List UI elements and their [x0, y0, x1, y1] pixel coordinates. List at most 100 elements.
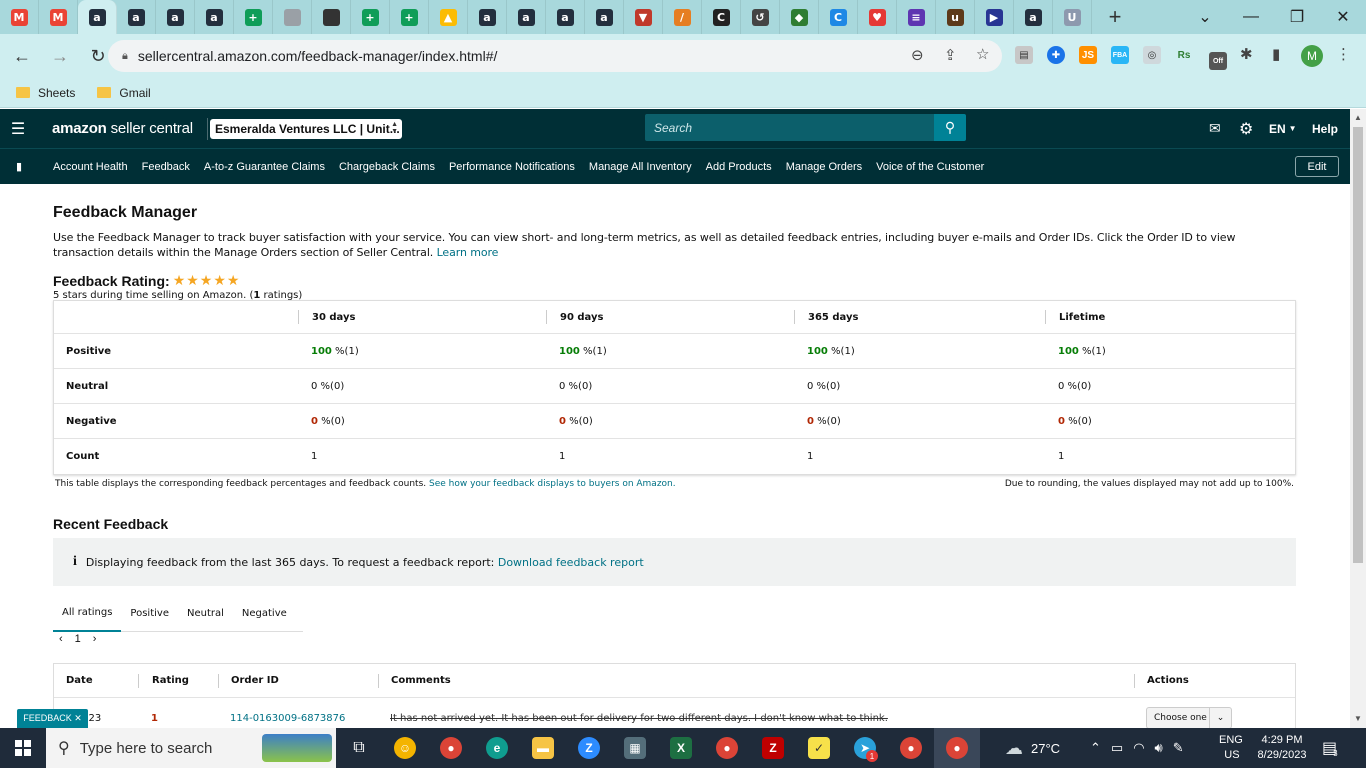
profile-avatar[interactable]: M — [1301, 45, 1323, 67]
chrome-icon[interactable]: ● — [428, 728, 474, 768]
browser-tab[interactable]: ▼ — [624, 0, 663, 34]
excel-icon[interactable]: X — [658, 728, 704, 768]
new-tab-icon[interactable]: + — [1100, 2, 1130, 32]
zoom-app-icon[interactable]: Z — [566, 728, 612, 768]
browser-tab[interactable] — [273, 0, 312, 34]
close-window-button[interactable]: ✕ — [1320, 0, 1366, 34]
nav-item-a-to-z-guarantee-claims[interactable]: A-to-z Guarantee Claims — [204, 161, 325, 173]
maximize-button[interactable]: ❐ — [1274, 0, 1320, 34]
nav-item-manage-orders[interactable]: Manage Orders — [786, 161, 862, 173]
search-input[interactable]: Search — [645, 114, 934, 141]
browser-tab[interactable]: M — [0, 0, 39, 34]
bookmark-sheets[interactable]: Sheets — [16, 86, 75, 100]
nav-item-voice-of-the-customer[interactable]: Voice of the Customer — [876, 161, 984, 173]
search-icon[interactable]: ⚲ — [934, 114, 966, 141]
download-report-link[interactable]: Download feedback report — [498, 556, 644, 569]
share-icon[interactable]: ⇪ — [944, 46, 957, 64]
tab-neutral[interactable]: Neutral — [178, 595, 233, 632]
browser-tab[interactable]: ≡ — [897, 0, 936, 34]
feedback-widget-tab[interactable]: FEEDBACK ✕ — [17, 709, 88, 728]
edit-nav-button[interactable]: Edit — [1295, 156, 1339, 177]
puzzle-icon[interactable]: ✱ — [1240, 45, 1253, 63]
buyer-display-link[interactable]: See how your feedback displays to buyers… — [429, 479, 676, 489]
clock[interactable]: 4:29 PM 8/29/2023 — [1256, 728, 1308, 768]
telegram-icon[interactable]: ➤ 1 — [842, 728, 888, 768]
browser-tab[interactable]: ◆ — [780, 0, 819, 34]
chrome-active-icon[interactable]: ● — [934, 728, 980, 768]
tab-negative[interactable]: Negative — [233, 595, 296, 632]
browser-tab[interactable]: a — [585, 0, 624, 34]
forward-icon[interactable]: → — [44, 40, 76, 72]
browser-tab[interactable]: ▶ — [975, 0, 1014, 34]
browser-tab[interactable] — [312, 0, 351, 34]
address-bar[interactable]: 🔒︎ sellercentral.amazon.com/feedback-man… — [108, 40, 1002, 72]
nav-item-performance-notifications[interactable]: Performance Notifications — [449, 161, 575, 173]
bookmark-gmail[interactable]: Gmail — [97, 86, 151, 100]
task-view-icon[interactable]: ⧉ — [336, 728, 382, 768]
browser-tab[interactable]: C — [702, 0, 741, 34]
page-number[interactable]: 1 — [75, 633, 81, 645]
nav-item-account-health[interactable]: Account Health — [53, 161, 128, 173]
app-emoji-icon[interactable]: ☺ — [382, 728, 428, 768]
edge-icon[interactable]: e — [474, 728, 520, 768]
prev-page-icon[interactable]: ‹ — [59, 633, 63, 645]
chrome-profile-icon[interactable]: ● — [704, 728, 750, 768]
menu-kebab-icon[interactable]: ⋮ — [1336, 45, 1351, 63]
taskbar-search-input[interactable]: ⚲ Type here to search — [46, 728, 336, 768]
browser-tab[interactable]: + — [234, 0, 273, 34]
chrome-profile-icon[interactable]: ● — [888, 728, 934, 768]
browser-tab[interactable]: a — [1014, 0, 1053, 34]
browser-tab[interactable]: a — [546, 0, 585, 34]
account-selector[interactable]: Esmeralda Ventures LLC | Unit... ▲ ▼ — [210, 119, 402, 139]
side-panel-icon[interactable]: ▮ — [1272, 45, 1280, 63]
browser-tab[interactable]: U — [1053, 0, 1092, 34]
nav-item-chargeback-claims[interactable]: Chargeback Claims — [339, 161, 435, 173]
browser-tab[interactable]: a — [117, 0, 156, 34]
extension-rs-icon[interactable]: Rs — [1175, 46, 1193, 64]
weather-widget[interactable]: ☁ 27°C — [1005, 728, 1060, 768]
next-page-icon[interactable]: › — [93, 633, 97, 645]
browser-tab[interactable]: ▲ — [429, 0, 468, 34]
windows-start-icon[interactable] — [0, 728, 46, 768]
browser-tab[interactable]: + — [390, 0, 429, 34]
back-icon[interactable]: ← — [6, 40, 38, 72]
browser-tab[interactable]: / — [663, 0, 702, 34]
language-indicator[interactable]: ENG US — [1219, 728, 1243, 768]
bookmark-star-icon[interactable]: ☆ — [976, 45, 989, 63]
browser-tab[interactable]: a — [195, 0, 234, 34]
browser-tab[interactable]: ↺ — [741, 0, 780, 34]
gear-icon[interactable]: ⚙ — [1239, 109, 1253, 148]
scroll-down-icon[interactable]: ▼ — [1350, 714, 1366, 723]
calculator-icon[interactable]: ▦ — [612, 728, 658, 768]
browser-tab[interactable]: C — [819, 0, 858, 34]
scroll-up-icon[interactable]: ▲ — [1350, 113, 1366, 122]
language-selector[interactable]: EN ▼ — [1269, 109, 1297, 148]
notifications-icon[interactable]: ▤ 3 — [1322, 728, 1338, 768]
actions-dropdown[interactable]: Choose one ⌄ — [1146, 707, 1232, 729]
tab-search-icon[interactable]: ⌄ — [1182, 0, 1228, 34]
file-explorer-icon[interactable]: ▬ — [520, 728, 566, 768]
browser-tab[interactable]: u — [936, 0, 975, 34]
extension-icon[interactable]: ◎ — [1143, 46, 1161, 64]
learn-more-link[interactable]: Learn more — [437, 246, 499, 259]
mail-icon[interactable]: ✉ — [1209, 109, 1221, 148]
tab-all-ratings[interactable]: All ratings — [53, 595, 122, 632]
browser-tab[interactable]: a — [507, 0, 546, 34]
scrollbar-thumb[interactable] — [1353, 127, 1363, 563]
tab-positive[interactable]: Positive — [121, 595, 178, 632]
extension-fba-icon[interactable]: FBA — [1111, 46, 1129, 64]
browser-tab[interactable]: a — [78, 0, 117, 34]
extension-icon[interactable]: ✚ — [1047, 46, 1065, 64]
browser-tab[interactable]: a — [468, 0, 507, 34]
browser-tab[interactable]: M — [39, 0, 78, 34]
extension-icon[interactable]: ▤ — [1015, 46, 1033, 64]
filezilla-icon[interactable]: Z — [750, 728, 796, 768]
sticky-notes-icon[interactable]: ✓ — [796, 728, 842, 768]
nav-item-manage-all-inventory[interactable]: Manage All Inventory — [589, 161, 692, 173]
minimize-button[interactable]: — — [1228, 0, 1274, 34]
seller-central-logo[interactable]: amazon seller central — [52, 120, 193, 137]
nav-item-feedback[interactable]: Feedback — [142, 161, 190, 173]
system-tray-icons[interactable]: ⌃ ▭ ◠ 🔊︎ ✎ — [1090, 728, 1184, 768]
help-link[interactable]: Help — [1312, 109, 1338, 148]
extension-off-icon[interactable]: Off — [1209, 52, 1227, 70]
